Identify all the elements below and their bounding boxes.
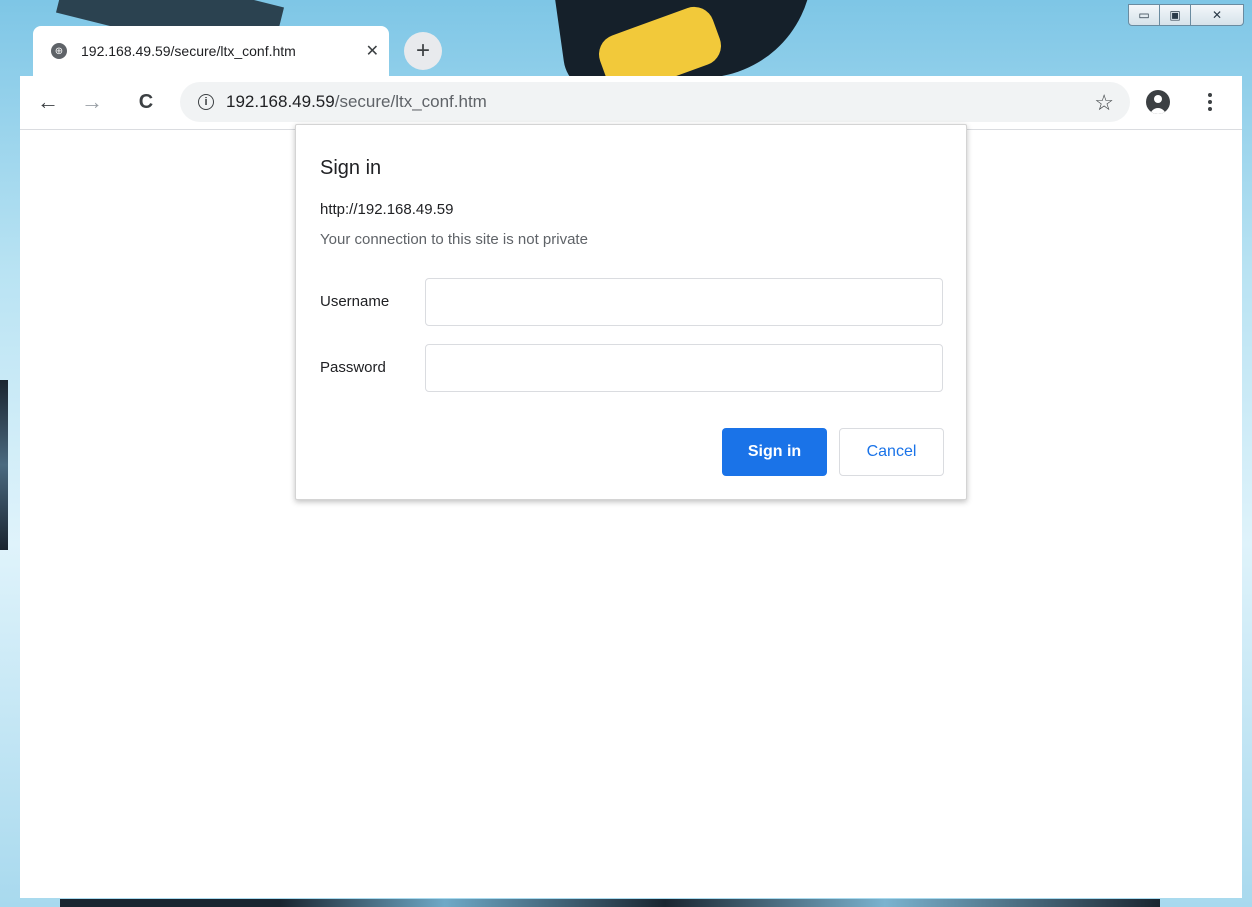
reload-icon[interactable]: C xyxy=(132,88,160,116)
wallpaper-shape xyxy=(0,380,8,550)
forward-arrow-icon[interactable]: → xyxy=(78,88,106,116)
account-body-shape xyxy=(1150,108,1166,114)
cancel-button[interactable]: Cancel xyxy=(839,428,944,476)
password-input[interactable] xyxy=(425,344,943,392)
back-arrow-icon[interactable]: ← xyxy=(34,88,62,116)
account-head-shape xyxy=(1154,95,1162,103)
info-icon[interactable]: i xyxy=(198,94,214,110)
url-path: /secure/ltx_conf.htm xyxy=(334,92,487,111)
url-host: 192.168.49.59 xyxy=(226,92,335,111)
menu-dot xyxy=(1208,100,1212,104)
close-window-button[interactable]: ✕ xyxy=(1190,4,1244,26)
window-controls: ▭ ▣ ✕ xyxy=(1128,4,1244,26)
wallpaper-shape xyxy=(60,899,1160,907)
dialog-title: Sign in xyxy=(320,157,382,179)
menu-icon[interactable] xyxy=(1200,88,1220,116)
username-label: Username xyxy=(320,293,390,310)
menu-dot xyxy=(1208,93,1212,97)
browser-tab[interactable]: ⊕ 192.168.49.59/secure/ltx_conf.htm ✕ xyxy=(33,26,389,76)
address-bar[interactable]: i 192.168.49.59 /secure/ltx_conf.htm ☆ xyxy=(180,82,1130,122)
dialog-origin: http://192.168.49.59 xyxy=(320,201,454,218)
bookmark-star-icon[interactable]: ☆ xyxy=(1094,90,1114,116)
password-label: Password xyxy=(320,359,386,376)
browser-toolbar: ← → C i 192.168.49.59 /secure/ltx_conf.h… xyxy=(20,76,1242,130)
sign-in-button[interactable]: Sign in xyxy=(722,428,827,476)
username-input[interactable] xyxy=(425,278,943,326)
dialog-warning: Your connection to this site is not priv… xyxy=(320,231,588,248)
maximize-button[interactable]: ▣ xyxy=(1159,4,1191,26)
tab-close-icon[interactable]: ✕ xyxy=(366,41,379,61)
globe-icon: ⊕ xyxy=(51,43,67,59)
account-icon[interactable] xyxy=(1146,90,1170,114)
new-tab-button[interactable]: + xyxy=(404,32,442,70)
menu-dot xyxy=(1208,107,1212,111)
sign-in-dialog: Sign in http://192.168.49.59 Your connec… xyxy=(295,124,967,500)
tab-title: 192.168.49.59/secure/ltx_conf.htm xyxy=(81,43,296,59)
minimize-button[interactable]: ▭ xyxy=(1128,4,1160,26)
